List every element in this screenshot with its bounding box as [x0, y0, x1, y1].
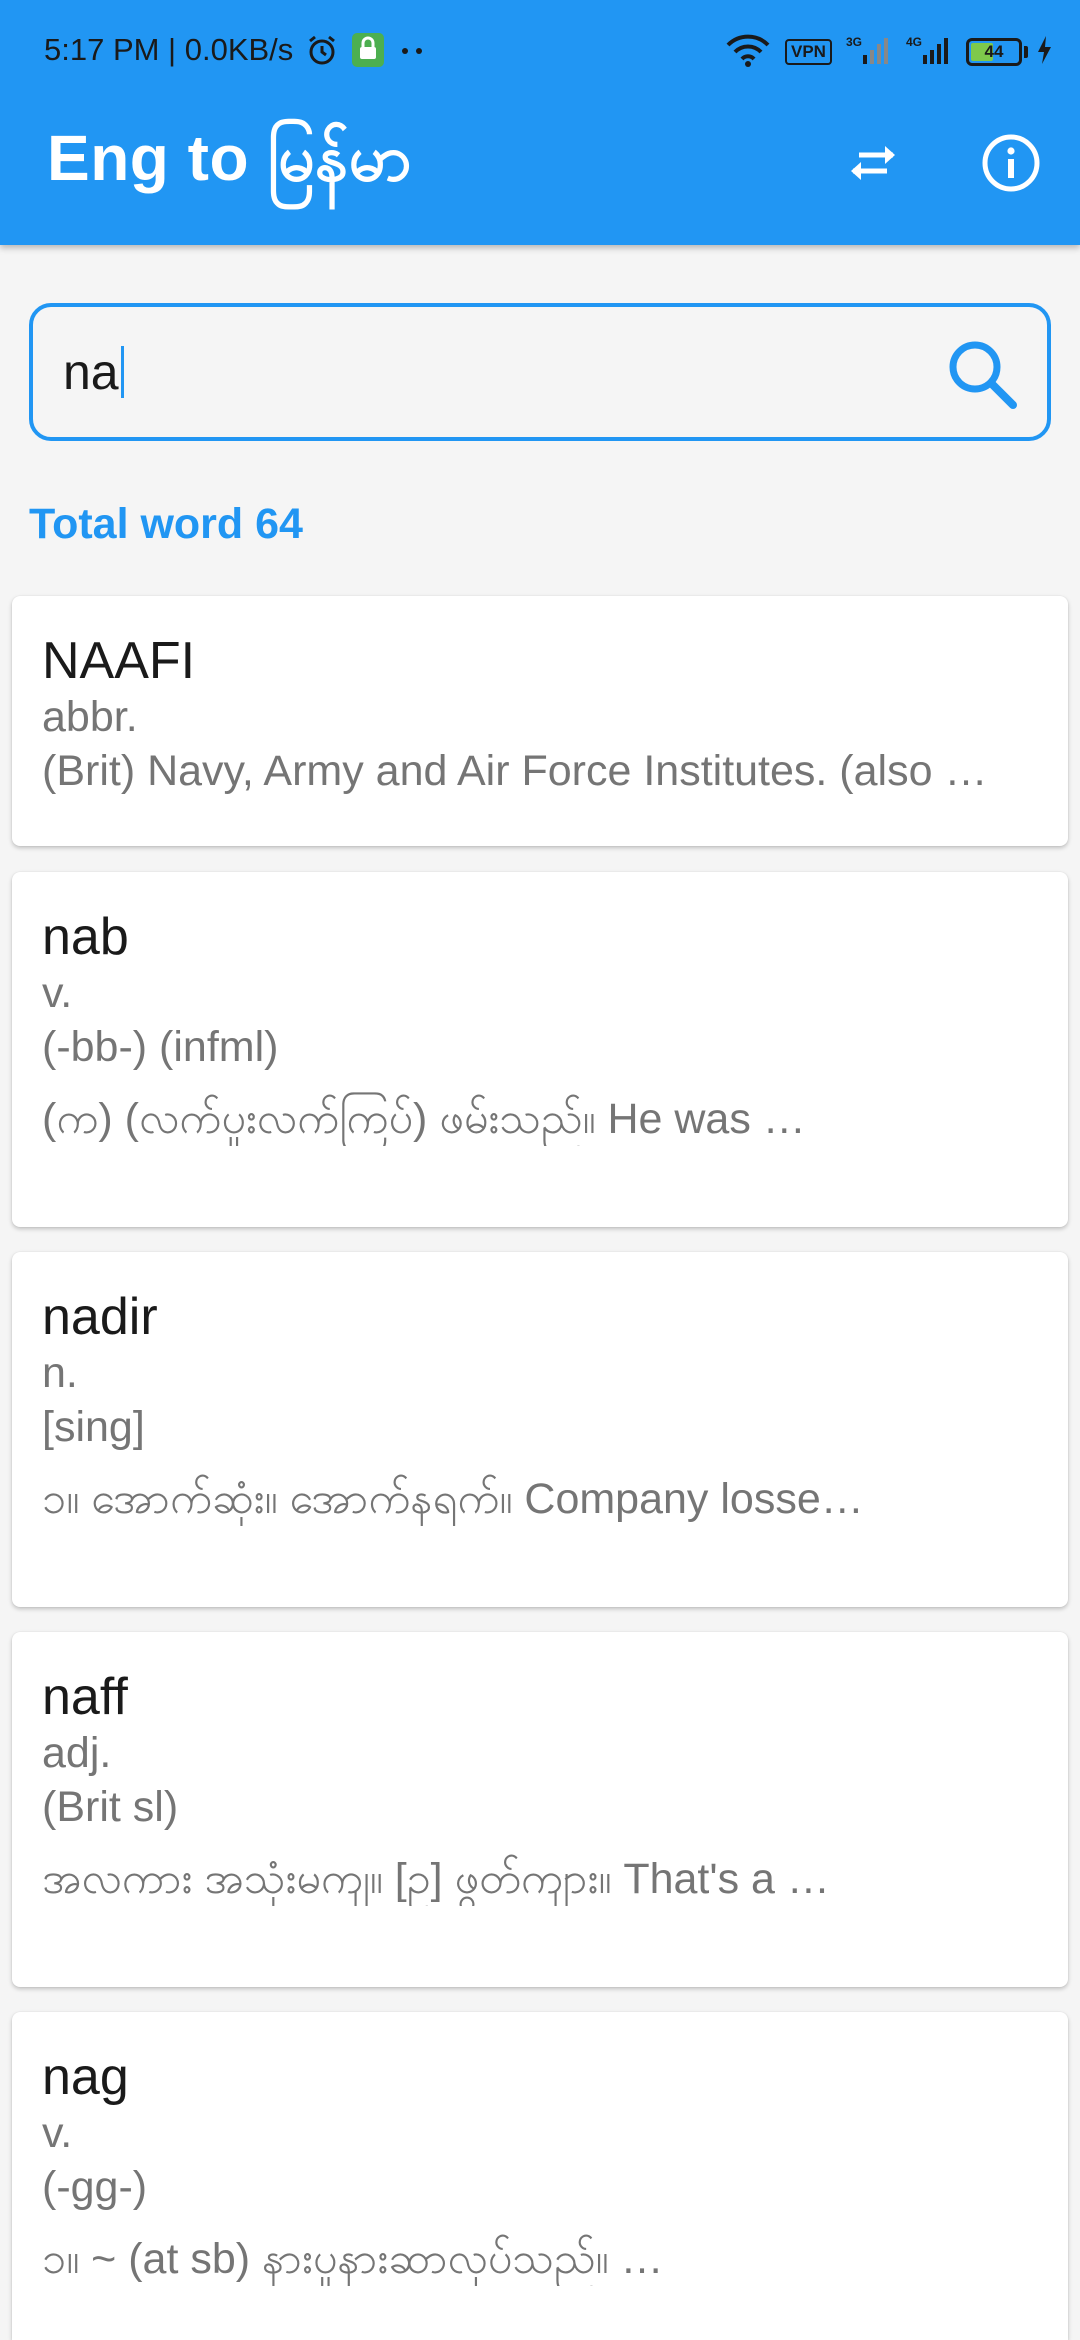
entry-meaning: အလကား အသုံးမကျ။ [ဥ] ဖွတ်ကျား။ That's a …: [42, 1855, 830, 1903]
entry-meaning: ၁။ ~ (at sb) နားပူနားဆာလုပ်သည်။ …: [42, 2235, 664, 2283]
total-word-count: Total word 64: [29, 500, 303, 548]
alarm-icon: [305, 33, 339, 72]
swap-language-button[interactable]: [840, 130, 906, 196]
vpn-lock-icon: [351, 32, 385, 73]
battery-level: 44: [984, 42, 1004, 61]
status-system-icons: VPN 3G 4G 44: [725, 30, 1052, 74]
word-card-naff[interactable]: naff adj. (Brit sl) အလကား အသုံးမကျ။ [ဥ] …: [12, 1632, 1068, 1987]
signal-icon-1: [862, 35, 892, 70]
entry-word: naff: [42, 1668, 128, 1726]
app-bar: 5:17 PM | 0.0KB/s VPN 3G 4G 44 Eng to မြ…: [0, 0, 1080, 245]
battery-cap: [1024, 46, 1028, 58]
status-time: 5:17 PM | 0.0KB/s: [44, 32, 294, 67]
entry-note: (Brit sl): [42, 1783, 179, 1831]
entry-word: nag: [42, 2048, 129, 2106]
entry-part-of-speech: v.: [42, 969, 73, 1017]
wifi-icon: [725, 33, 771, 72]
text-caret: [120, 345, 124, 398]
search-input-value[interactable]: na: [63, 343, 124, 402]
word-card-nag[interactable]: nag v. (-gg-) ၁။ ~ (at sb) နားပူနားဆာလုပ…: [12, 2012, 1068, 2340]
entry-word: NAAFI: [42, 632, 196, 690]
entry-meaning: (က) (လက်ပူးလက်ကြပ်) ဖမ်းသည်။ He was …: [42, 1095, 806, 1143]
swap-arrows-icon: [851, 146, 895, 180]
info-button[interactable]: [978, 130, 1044, 196]
entry-part-of-speech: abbr.: [42, 693, 138, 741]
entry-note: (-gg-): [42, 2163, 148, 2211]
word-card-nadir[interactable]: nadir n. [sing] ၁။ အောက်ဆုံး။ အောက်နရက်။…: [12, 1252, 1068, 1607]
vpn-badge: VPN: [785, 39, 832, 65]
entry-word: nadir: [42, 1288, 158, 1346]
more-notifications-icon: [397, 43, 427, 61]
network-type-1: 3G: [845, 35, 862, 49]
search-input-text[interactable]: na: [63, 344, 119, 400]
entry-meaning: ၁။ အောက်ဆုံး။ အောက်နရက်။ Company losse…: [42, 1475, 864, 1523]
entry-word: nab: [42, 908, 129, 966]
signal-icon-2: [922, 35, 952, 70]
search-button[interactable]: [943, 335, 1021, 413]
search-icon: [949, 341, 1017, 409]
battery-icon: 44: [966, 38, 1022, 66]
word-card-nab[interactable]: nab v. (-bb-) (infml) (က) (လက်ပူးလက်ကြပ်…: [12, 872, 1068, 1227]
search-input[interactable]: na: [29, 303, 1051, 441]
app-title: Eng to မြန်မာ: [47, 122, 413, 194]
entry-part-of-speech: v.: [42, 2109, 73, 2157]
entry-part-of-speech: n.: [42, 1349, 78, 1397]
entry-note: [sing]: [42, 1403, 145, 1451]
status-bar: 5:17 PM | 0.0KB/s VPN 3G 4G 44: [0, 0, 1080, 100]
word-card-naafi[interactable]: NAAFI abbr. (Brit) Navy, Army and Air Fo…: [12, 596, 1068, 846]
info-icon: [982, 134, 1040, 192]
entry-meaning: (Brit) Navy, Army and Air Force Institut…: [42, 747, 988, 795]
status-notification-icons: [305, 30, 427, 74]
entry-part-of-speech: adj.: [42, 1729, 112, 1777]
charging-icon: [1036, 35, 1052, 70]
entry-note: (-bb-) (infml): [42, 1023, 279, 1071]
network-type-2: 4G: [905, 35, 922, 49]
